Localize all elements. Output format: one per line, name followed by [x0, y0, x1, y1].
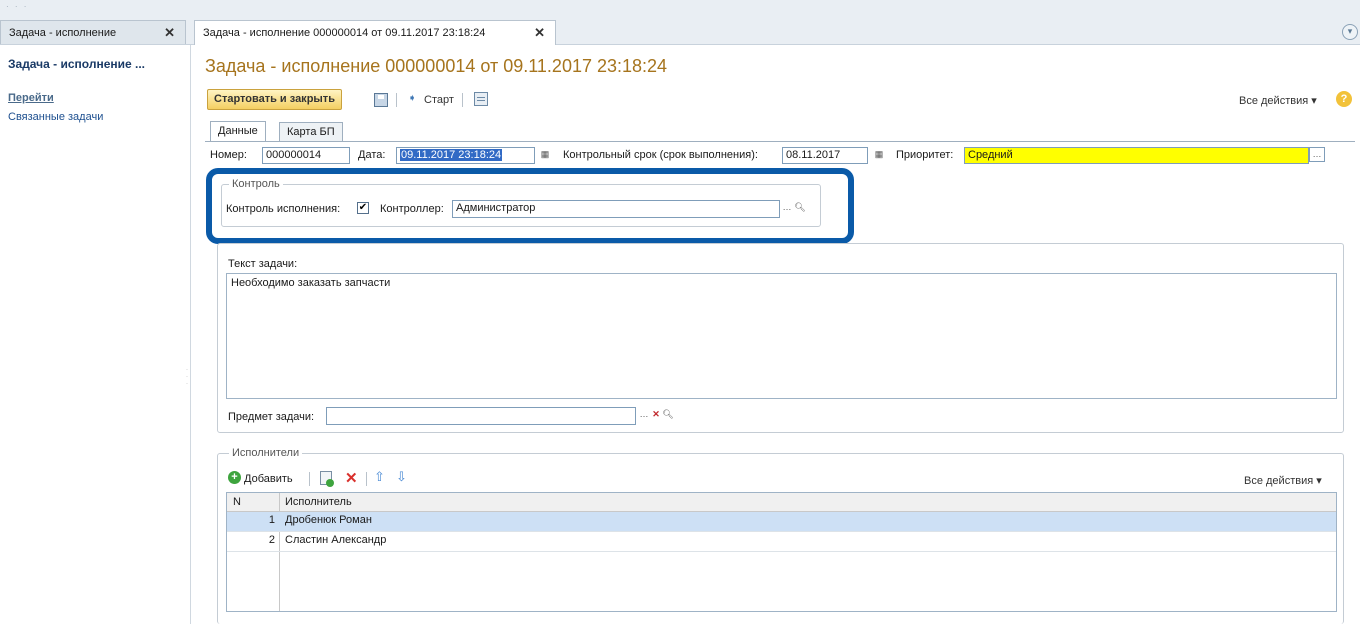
all-actions-menu[interactable]: Все действия ▾ [1239, 94, 1317, 107]
highlight-frame [206, 168, 854, 244]
close-icon[interactable]: ✕ [164, 25, 175, 41]
deadline-field[interactable]: 08.11.2017 [782, 147, 868, 164]
table-row[interactable]: 1 Дробенюк Роман [227, 512, 1336, 532]
table-row[interactable]: 2 Сластин Александр [227, 532, 1336, 552]
navigation-panel: Задача - исполнение ... Перейти Связанны… [0, 45, 191, 624]
date-field[interactable]: 09.11.2017 23:18:24 [396, 147, 535, 164]
start-arrow-icon: ➧ [408, 93, 417, 104]
help-icon[interactable]: ? [1336, 91, 1352, 107]
calendar-icon[interactable]: ▦ [873, 148, 885, 163]
tab-data[interactable]: Данные [210, 121, 266, 142]
deadline-label: Контрольный срок (срок выполнения): [563, 149, 758, 161]
toolbar-separator [366, 472, 367, 486]
row-executor: Сластин Александр [285, 534, 387, 546]
save-icon[interactable] [374, 93, 388, 107]
start-and-close-button[interactable]: Стартовать и закрыть [207, 89, 342, 110]
toolbar-separator [396, 93, 397, 107]
number-field[interactable]: 000000014 [262, 147, 350, 164]
copy-icon[interactable] [320, 471, 334, 487]
executors-all-actions-menu[interactable]: Все действия ▾ [1244, 474, 1322, 487]
toolbar-separator [309, 472, 310, 486]
move-up-icon[interactable]: ⇧ [374, 469, 385, 485]
clear-icon[interactable]: ✕ [650, 408, 662, 423]
column-divider [279, 493, 280, 611]
close-icon[interactable]: ✕ [534, 25, 545, 41]
subject-label: Предмет задачи: [228, 411, 315, 423]
row-number: 1 [268, 514, 275, 526]
column-header-n[interactable]: N [233, 496, 241, 508]
window-tab-label: Задача - исполнение 000000014 от 09.11.2… [203, 27, 486, 39]
window-tab-task-list[interactable]: Задача - исполнение ✕ [0, 20, 186, 44]
window-tab-label: Задача - исполнение [9, 26, 117, 39]
date-value: 09.11.2017 23:18:24 [400, 149, 503, 161]
search-icon[interactable]: 🔍︎ [662, 408, 674, 423]
priority-select-button[interactable]: … [1309, 147, 1325, 162]
priority-label: Приоритет: [896, 149, 954, 161]
add-executor-button[interactable]: Добавить [244, 473, 293, 485]
task-text-area[interactable]: Необходимо заказать запчасти [226, 273, 1337, 399]
panel-splitter-handle[interactable]: · · · [186, 367, 188, 388]
delete-icon[interactable]: ✕ [345, 469, 358, 487]
nav-panel-title: Задача - исполнение ... [8, 57, 145, 71]
window-tab-strip: · · · Задача - исполнение ✕ Задача - исп… [0, 0, 1360, 45]
executors-group-title: Исполнители [229, 447, 303, 459]
select-button[interactable]: … [638, 408, 650, 423]
tab-list-dropdown-icon[interactable]: ▾ [1342, 24, 1358, 40]
toolbar-separator [462, 93, 463, 107]
nav-link-related-tasks[interactable]: Связанные задачи [8, 111, 103, 123]
row-executor: Дробенюк Роман [285, 514, 372, 526]
priority-field[interactable]: Средний [964, 147, 1309, 164]
calendar-icon[interactable]: ▦ [539, 148, 551, 163]
add-icon: + [228, 471, 241, 484]
subject-field[interactable] [326, 407, 636, 425]
window-tab-task-document[interactable]: Задача - исполнение 000000014 от 09.11.2… [194, 20, 556, 45]
date-label: Дата: [358, 149, 386, 161]
column-header-executor[interactable]: Исполнитель [285, 496, 352, 508]
row-number: 2 [268, 534, 275, 546]
number-label: Номер: [210, 149, 247, 161]
clipboard-icon[interactable] [474, 92, 488, 106]
table-header: N Исполнитель [227, 493, 1336, 512]
tab-bp-map[interactable]: Карта БП [279, 122, 343, 141]
start-button[interactable]: Старт [424, 94, 454, 106]
executors-table: N Исполнитель 1 Дробенюк Роман 2 Сластин… [226, 492, 1337, 612]
page-title: Задача - исполнение 000000014 от 09.11.2… [205, 56, 668, 76]
task-text-label: Текст задачи: [228, 258, 298, 270]
drag-handle-icon: · · · [6, 2, 29, 11]
nav-goto-heading: Перейти [8, 92, 54, 104]
move-down-icon[interactable]: ⇩ [396, 469, 407, 485]
